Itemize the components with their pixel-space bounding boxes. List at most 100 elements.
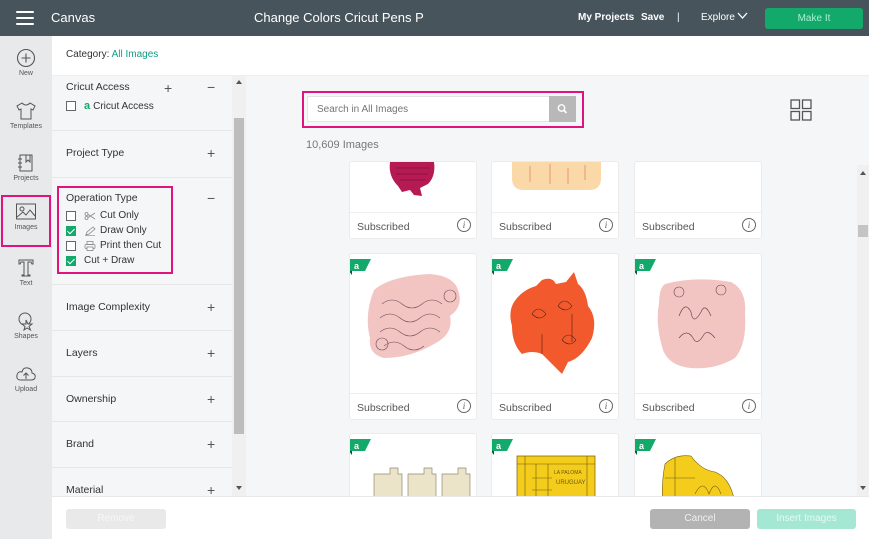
dialog-footer: Remove Cancel Insert Images xyxy=(52,496,869,539)
expand-plus-icon[interactable]: + xyxy=(207,483,215,496)
rail-item-new[interactable]: New xyxy=(0,40,52,92)
scroll-down-arrow-icon[interactable] xyxy=(860,486,866,490)
insert-images-button[interactable]: Insert Images xyxy=(757,509,856,529)
image-card[interactable]: a Subscribed i xyxy=(349,253,477,420)
info-icon[interactable]: i xyxy=(457,218,471,232)
filter-section-project-type[interactable]: Project Type + xyxy=(52,131,232,178)
cancel-button[interactable]: Cancel xyxy=(650,509,750,529)
filter-section-ownership[interactable]: Ownership + xyxy=(52,377,232,422)
option-label: Draw Only xyxy=(100,225,147,236)
search-input[interactable] xyxy=(307,96,549,122)
left-rail: New Templates Projects Images Text Shape… xyxy=(0,36,52,539)
filter-section-material[interactable]: Material + xyxy=(52,468,232,496)
rail-item-upload[interactable]: Upload xyxy=(0,356,52,408)
expand-plus-icon[interactable]: + xyxy=(207,392,215,406)
rail-item-shapes[interactable]: Shapes xyxy=(0,303,52,355)
filter-option-cut-draw[interactable]: Cut + Draw xyxy=(66,255,134,266)
explore-menu[interactable]: Explore xyxy=(701,12,735,23)
checkbox[interactable] xyxy=(66,101,76,111)
hamburger-menu-icon[interactable] xyxy=(16,11,34,25)
card-status: Subscribed xyxy=(642,221,695,233)
card-footer: Subscribed i xyxy=(635,212,761,238)
rail-item-text[interactable]: Text xyxy=(0,250,52,302)
image-card[interactable]: Subscribed i xyxy=(349,161,477,239)
filter-title[interactable]: Operation Type xyxy=(66,192,138,204)
rail-label: Shapes xyxy=(14,333,38,340)
image-card[interactable]: a Subscribed i xyxy=(491,253,619,420)
info-icon[interactable]: i xyxy=(599,218,613,232)
expand-plus-icon[interactable]: + xyxy=(207,146,215,160)
checkbox-checked[interactable] xyxy=(66,225,76,236)
search-button[interactable] xyxy=(549,96,576,122)
checkbox[interactable] xyxy=(66,240,76,251)
expand-plus-icon[interactable]: + xyxy=(207,346,215,360)
image-card[interactable]: Subscribed i xyxy=(491,161,619,239)
image-card[interactable]: a Subscribed i xyxy=(634,253,762,420)
scroll-down-arrow-icon[interactable] xyxy=(236,486,242,490)
my-projects-link[interactable]: My Projects xyxy=(578,12,634,23)
rail-item-projects[interactable]: Projects xyxy=(0,145,52,197)
image-card[interactable]: a xyxy=(349,433,477,496)
filter-option-cricut-access[interactable]: a Cricut Access xyxy=(66,100,154,112)
scrollbar-thumb[interactable] xyxy=(858,225,868,237)
card-status: Subscribed xyxy=(499,402,552,414)
cricut-access-badge-icon: a xyxy=(350,439,371,455)
rail-label: Projects xyxy=(13,175,39,182)
image-thumbnail xyxy=(389,162,435,196)
image-card[interactable]: LA PALOMA URUGUAY a xyxy=(491,433,619,496)
filter-option-draw-only[interactable]: Draw Only xyxy=(66,225,147,236)
expand-plus-icon[interactable]: + xyxy=(164,81,172,95)
scroll-up-arrow-icon[interactable] xyxy=(236,80,242,84)
chevron-down-icon[interactable] xyxy=(737,11,748,20)
filter-section-image-complexity[interactable]: Image Complexity + xyxy=(52,285,232,331)
filter-option-print-then-cut[interactable]: Print then Cut xyxy=(66,240,161,251)
checkbox[interactable] xyxy=(66,210,76,221)
filter-title[interactable]: Cricut Access xyxy=(66,81,130,93)
filter-option-cut-only[interactable]: Cut Only xyxy=(66,210,139,221)
info-icon[interactable]: i xyxy=(457,399,471,413)
document-title[interactable]: Change Colors Cricut Pens P xyxy=(254,10,424,25)
results-count: 10,609 Images xyxy=(306,139,379,151)
filter-section-brand[interactable]: Brand + xyxy=(52,422,232,468)
card-footer: Subscribed i xyxy=(350,393,476,419)
card-footer: Subscribed i xyxy=(492,393,618,419)
scrollbar-thumb[interactable] xyxy=(234,118,244,434)
info-icon[interactable]: i xyxy=(599,399,613,413)
notebook-icon xyxy=(18,154,33,172)
filter-title: Ownership xyxy=(66,393,117,405)
collapse-minus-icon[interactable]: − xyxy=(207,191,215,205)
expand-plus-icon[interactable]: + xyxy=(207,437,215,451)
rail-item-templates[interactable]: Templates xyxy=(0,93,52,145)
card-status: Subscribed xyxy=(642,402,695,414)
collapse-minus-icon[interactable]: − xyxy=(207,80,215,94)
image-card[interactable]: a xyxy=(634,433,762,496)
category-label: Category: xyxy=(66,49,112,60)
filter-section-layers[interactable]: Layers + xyxy=(52,331,232,377)
filter-section-operation-type: Operation Type − Cut Only Draw Only Prin… xyxy=(52,178,232,285)
info-icon[interactable]: i xyxy=(742,218,756,232)
expand-plus-icon[interactable]: + xyxy=(207,300,215,314)
shapes-icon xyxy=(18,312,34,331)
grid-view-icon[interactable] xyxy=(790,99,812,121)
image-thumbnail xyxy=(367,274,460,358)
make-it-button[interactable]: Make It xyxy=(765,8,863,29)
results-scrollbar[interactable] xyxy=(857,165,869,496)
option-label: Cricut Access xyxy=(93,100,154,112)
image-card[interactable]: Subscribed i xyxy=(634,161,762,239)
category-breadcrumb: Category: All Images xyxy=(66,49,158,60)
filter-title: Image Complexity xyxy=(66,301,151,313)
filter-panel: Cricut Access + − a Cricut Access Projec… xyxy=(52,76,232,496)
save-link[interactable]: Save xyxy=(641,12,664,23)
rail-label: Templates xyxy=(10,123,42,130)
option-label: Cut + Draw xyxy=(84,255,135,266)
rail-item-images[interactable]: Images xyxy=(0,194,52,248)
category-value-link[interactable]: All Images xyxy=(112,49,159,60)
checkbox-checked[interactable] xyxy=(66,255,76,266)
filter-scrollbar[interactable] xyxy=(232,76,246,496)
cricut-access-badge-icon: a xyxy=(350,259,371,275)
text-t-icon xyxy=(18,259,34,277)
info-icon[interactable]: i xyxy=(742,399,756,413)
filter-section-cricut-access: Cricut Access + − a Cricut Access xyxy=(52,76,232,131)
scroll-up-arrow-icon[interactable] xyxy=(860,171,866,175)
remove-button[interactable]: Remove xyxy=(66,509,166,529)
